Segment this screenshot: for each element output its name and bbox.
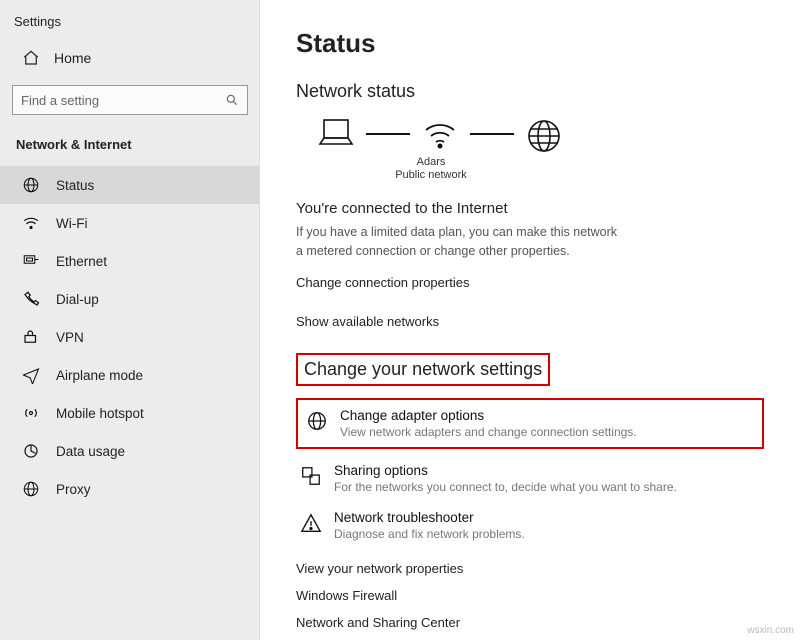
windows-firewall-link[interactable]: Windows Firewall [296, 588, 764, 603]
row-desc: View network adapters and change connect… [340, 425, 637, 439]
search-placeholder: Find a setting [21, 93, 99, 108]
row-title: Sharing options [334, 463, 677, 478]
ssid-label: Adars [376, 156, 486, 169]
troubleshooter-row[interactable]: Network troubleshooter Diagnose and fix … [296, 502, 764, 549]
show-available-link[interactable]: Show available networks [296, 314, 764, 329]
subtitle: Network status [296, 81, 764, 102]
row-desc: Diagnose and fix network problems. [334, 527, 525, 541]
sidebar-item-dialup[interactable]: Dial-up [0, 280, 259, 318]
row-title: Network troubleshooter [334, 510, 525, 525]
sidebar-home[interactable]: Home [0, 39, 259, 81]
laptop-icon [316, 116, 356, 152]
sidebar-home-label: Home [54, 50, 91, 66]
main-content: Status Network status Adars Public netwo… [260, 0, 800, 640]
hotspot-icon [22, 404, 40, 422]
nav-label: Ethernet [56, 254, 107, 269]
sidebar-item-datausage[interactable]: Data usage [0, 432, 259, 470]
watermark: wsxin.com [747, 625, 794, 636]
sidebar-item-ethernet[interactable]: Ethernet [0, 242, 259, 280]
row-title: Change adapter options [340, 408, 637, 423]
sidebar-section: Network & Internet [0, 129, 259, 166]
nav-label: Status [56, 178, 94, 193]
page-title: Status [296, 28, 764, 59]
sidebar-item-hotspot[interactable]: Mobile hotspot [0, 394, 259, 432]
proxy-icon [22, 480, 40, 498]
nav-label: Dial-up [56, 292, 99, 307]
change-connection-link[interactable]: Change connection properties [296, 275, 764, 290]
wifi-signal-icon [420, 116, 460, 152]
dialup-icon [22, 290, 40, 308]
globe-icon [22, 176, 40, 194]
sharing-options-row[interactable]: Sharing options For the networks you con… [296, 455, 764, 502]
warning-icon [300, 512, 322, 534]
sidebar-item-vpn[interactable]: VPN [0, 318, 259, 356]
sidebar-item-status[interactable]: Status [0, 166, 259, 204]
vpn-icon [22, 328, 40, 346]
connection-line [366, 133, 410, 135]
view-properties-link[interactable]: View your network properties [296, 561, 764, 576]
change-settings-heading: Change your network settings [296, 353, 550, 386]
diagram-caption: Adars Public network [376, 156, 486, 182]
connected-desc: If you have a limited data plan, you can… [296, 223, 626, 261]
network-sharing-center-link[interactable]: Network and Sharing Center [296, 615, 764, 630]
globe-big-icon [524, 116, 564, 152]
search-icon [225, 93, 239, 107]
airplane-icon [22, 366, 40, 384]
nav-label: Mobile hotspot [56, 406, 144, 421]
sharing-icon [300, 465, 322, 487]
datausage-icon [22, 442, 40, 460]
sidebar-item-proxy[interactable]: Proxy [0, 470, 259, 508]
connected-title: You're connected to the Internet [296, 200, 764, 217]
network-diagram [316, 116, 764, 152]
nav-label: Wi-Fi [56, 216, 87, 231]
nav-label: Proxy [56, 482, 91, 497]
nav-label: Data usage [56, 444, 125, 459]
adapter-icon [306, 410, 328, 432]
sidebar-item-wifi[interactable]: Wi-Fi [0, 204, 259, 242]
sidebar-item-airplane[interactable]: Airplane mode [0, 356, 259, 394]
connection-line [470, 133, 514, 135]
wifi-icon [22, 214, 40, 232]
nav-label: Airplane mode [56, 368, 143, 383]
nav-label: VPN [56, 330, 84, 345]
sidebar: Settings Home Find a setting Network & I… [0, 0, 260, 640]
home-icon [22, 49, 40, 67]
change-adapter-row[interactable]: Change adapter options View network adap… [296, 398, 764, 449]
app-title: Settings [0, 10, 259, 39]
network-type-label: Public network [376, 169, 486, 182]
ethernet-icon [22, 252, 40, 270]
search-input[interactable]: Find a setting [12, 85, 248, 115]
row-desc: For the networks you connect to, decide … [334, 480, 677, 494]
